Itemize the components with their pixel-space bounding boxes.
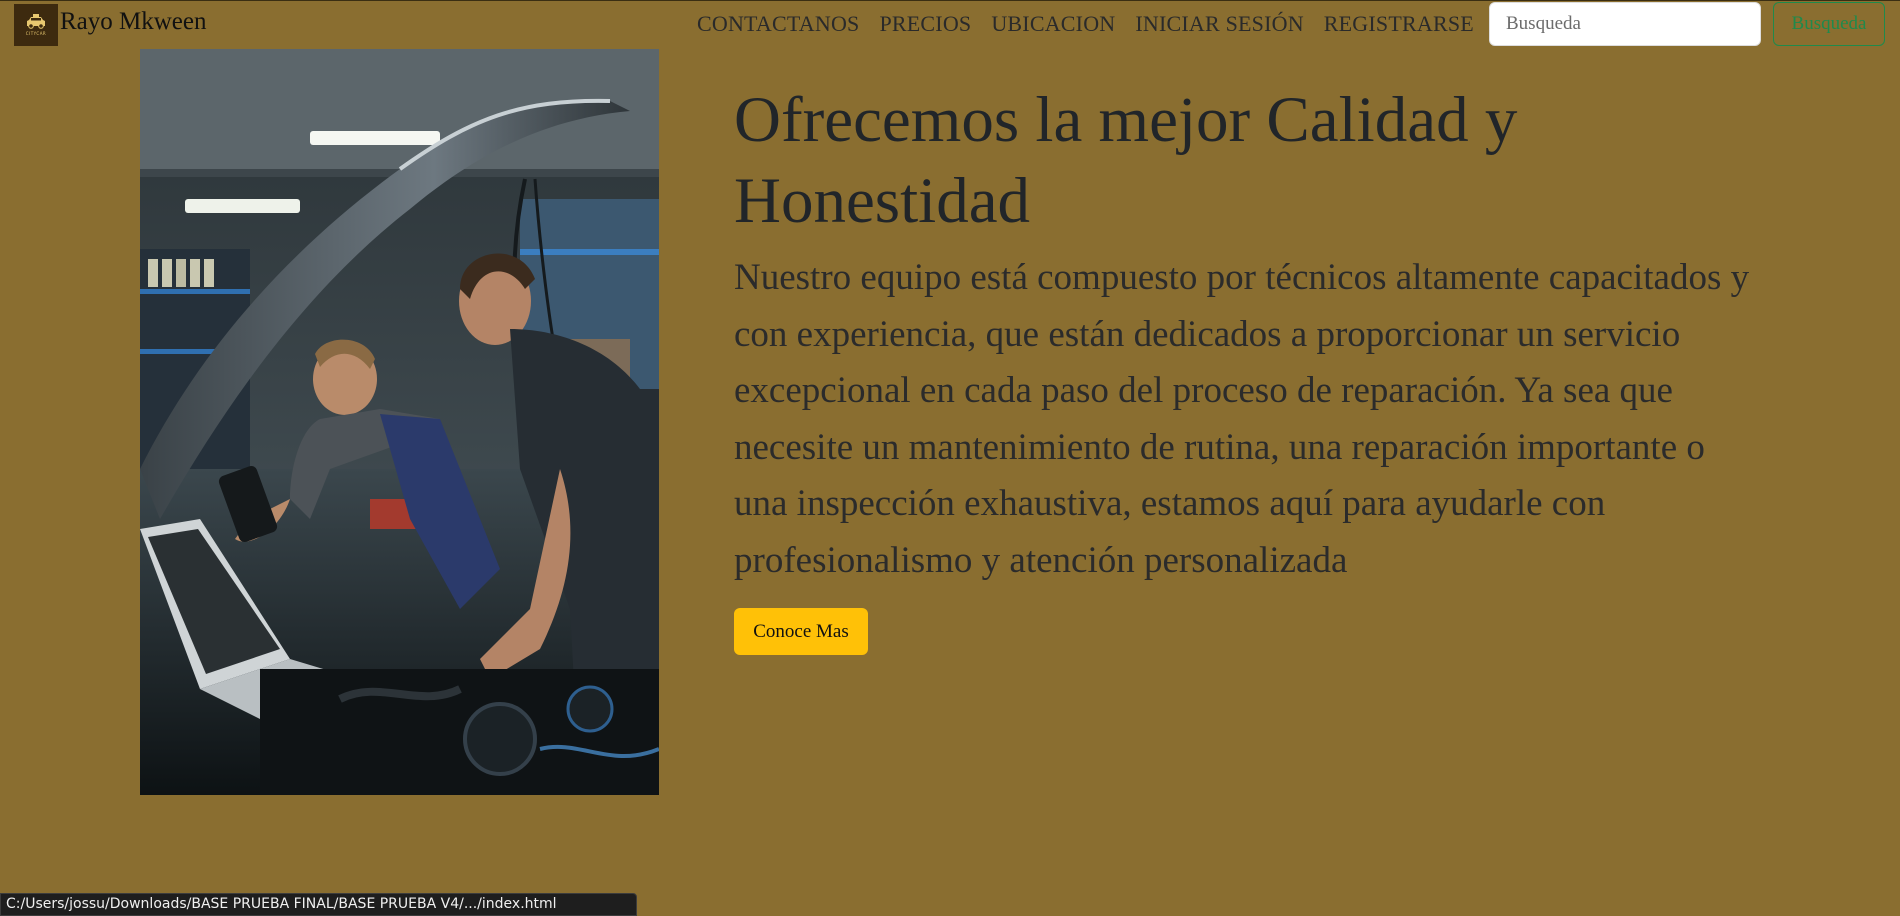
brand-name: Rayo Mkween xyxy=(60,8,207,35)
brand-logo: CITYCAR xyxy=(14,4,58,46)
search-input[interactable] xyxy=(1489,2,1761,46)
mechanics-photo xyxy=(140,49,659,795)
logo-text: CITYCAR xyxy=(25,31,47,36)
nav-link-precios[interactable]: PRECIOS xyxy=(879,11,971,37)
nav-links: CONTACTANOS PRECIOS UBICACION INICIAR SE… xyxy=(697,11,1494,37)
hero-image xyxy=(140,49,659,795)
conoce-mas-button[interactable]: Conoce Mas xyxy=(734,608,868,655)
car-icon xyxy=(27,14,45,29)
nav-link-iniciar-sesion[interactable]: INICIAR SESIÓN xyxy=(1135,11,1303,37)
page: CITYCAR Rayo Mkween CONTACTANOS PRECIOS … xyxy=(0,0,1900,916)
hero-title: Ofrecemos la mejor Calidad y Honestidad xyxy=(734,84,1518,237)
nav-link-contactanos[interactable]: CONTACTANOS xyxy=(697,11,859,37)
status-bar-url: C:/Users/jossu/Downloads/BASE PRUEBA FIN… xyxy=(0,893,637,916)
hero-text: Nuestro equipo está compuesto por técnic… xyxy=(734,257,1750,581)
brand-link[interactable]: CITYCAR Rayo Mkween xyxy=(14,4,207,46)
search-button[interactable]: Busqueda xyxy=(1773,2,1885,46)
navbar: CITYCAR Rayo Mkween CONTACTANOS PRECIOS … xyxy=(0,0,1900,49)
nav-link-registrarse[interactable]: REGISTRARSE xyxy=(1324,11,1474,37)
nav-link-ubicacion[interactable]: UBICACION xyxy=(991,11,1115,37)
